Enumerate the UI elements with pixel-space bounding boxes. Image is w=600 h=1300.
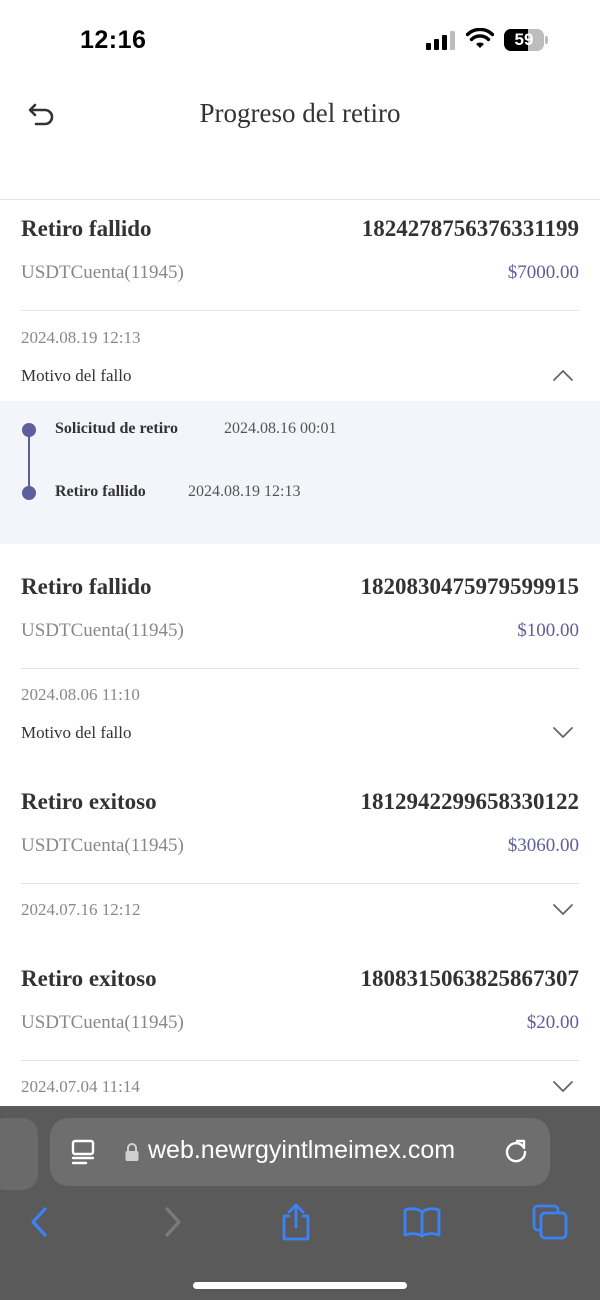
divider [21,1060,579,1061]
withdrawal-status: Retiro exitoso [21,789,157,814]
chevron-right-icon [165,1207,181,1237]
browser-back-button[interactable] [20,1202,60,1242]
failure-reason-toggle[interactable]: Motivo del fallo [21,723,131,743]
withdrawal-date: 2024.08.19 12:13 [21,328,141,347]
url-text[interactable]: web.newrgyintlmeimex.com [148,1136,455,1165]
cellular-signal-icon [426,31,455,50]
chevron-down-icon[interactable] [552,1080,574,1094]
withdrawal-card: Retiro exitoso 1808315063825867307 USDTC… [0,951,600,1106]
withdrawal-card: Retiro fallido 1820830475979599915 USDTC… [0,559,600,759]
withdrawal-account: USDTCuenta(11945) [21,1012,184,1033]
withdrawal-status: Retiro exitoso [21,966,157,991]
withdrawal-card: Retiro exitoso 1812942299658330122 USDTC… [0,774,600,934]
timeline-step-label: Retiro fallido [55,483,146,500]
withdrawal-id: 1808315063825867307 [360,966,580,991]
reload-icon[interactable] [502,1138,530,1166]
withdrawal-amount: $20.00 [526,1012,579,1033]
wifi-icon [466,28,494,48]
chevron-left-icon [31,1207,47,1237]
home-indicator [193,1282,407,1289]
previous-tab-preview[interactable] [0,1118,38,1190]
timeline-line [28,435,30,487]
tabs-button[interactable] [530,1202,570,1242]
withdrawal-timeline: Solicitud de retiro 2024.08.16 00:01 Ret… [0,401,600,544]
address-bar[interactable]: web.newrgyintlmeimex.com [50,1118,550,1186]
chevron-down-icon[interactable] [552,903,574,917]
divider [21,668,579,669]
reader-mode-icon[interactable] [70,1138,98,1166]
withdrawal-account: USDTCuenta(11945) [21,835,184,856]
withdrawal-status: Retiro fallido [21,574,152,599]
divider [21,310,579,311]
battery-percent: 59 [514,30,534,49]
withdrawal-account: USDTCuenta(11945) [21,262,184,283]
status-time: 12:16 [80,26,147,54]
status-bar: 12:16 59 [0,0,600,80]
page-header: Progreso del retiro [0,80,600,200]
bookmarks-icon [403,1207,441,1238]
tabs-icon [532,1204,568,1240]
withdrawal-card: Retiro fallido 1824278756376331199 USDTC… [0,201,600,544]
withdrawal-id: 1820830475979599915 [360,574,580,599]
chevron-down-icon[interactable] [552,726,574,740]
withdrawal-account: USDTCuenta(11945) [21,620,184,641]
divider [21,883,579,884]
withdrawal-date: 2024.08.06 11:10 [21,685,140,704]
timeline-step-label: Solicitud de retiro [55,420,178,437]
timeline-dot [22,486,36,500]
withdrawal-id: 1812942299658330122 [360,789,580,814]
share-icon [282,1203,310,1241]
lock-icon [125,1143,139,1161]
chevron-up-icon[interactable] [552,368,574,382]
withdrawal-date: 2024.07.16 12:12 [21,900,141,919]
browser-toolbar: web.newrgyintlmeimex.com [0,1106,600,1300]
share-button[interactable] [276,1202,316,1242]
withdrawal-date: 2024.07.04 11:14 [21,1077,140,1096]
battery-icon: 59 [504,29,548,51]
withdrawal-amount: $7000.00 [507,262,579,283]
timeline-step-time: 2024.08.19 12:13 [188,483,301,500]
page-title: Progreso del retiro [199,98,401,128]
withdrawal-amount: $3060.00 [507,835,579,856]
failure-reason-toggle[interactable]: Motivo del fallo [21,366,131,386]
withdrawal-id: 1824278756376331199 [361,216,579,241]
withdrawal-amount: $100.00 [517,620,579,641]
browser-forward-button[interactable] [152,1202,192,1242]
timeline-step-time: 2024.08.16 00:01 [224,420,337,437]
bookmarks-button[interactable] [402,1202,442,1242]
withdrawal-status: Retiro fallido [21,216,152,241]
